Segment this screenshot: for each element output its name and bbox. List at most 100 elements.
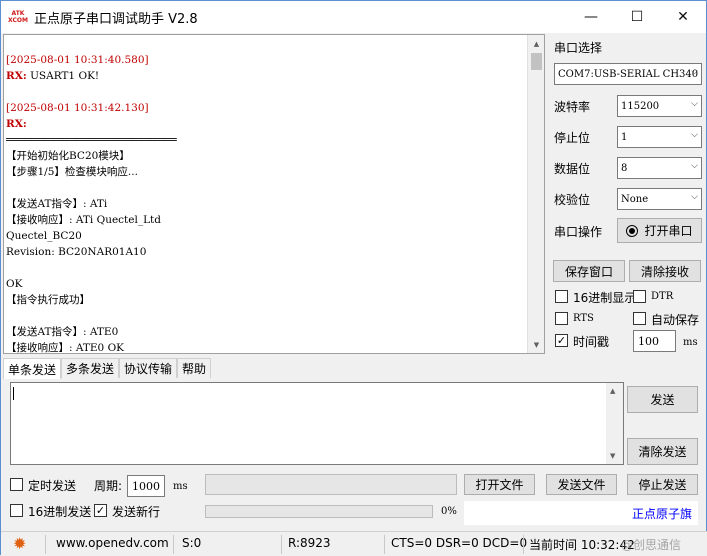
clear-send-button[interactable]: 清除发送 [627,438,698,465]
dtr-checkbox[interactable] [633,290,646,303]
rx-label: RX: [6,70,27,82]
receive-line: OK [6,276,526,292]
receive-line: 【发送AT指令】: ATE0 [6,324,526,340]
receive-line: ═══════════════════════════ [6,132,526,148]
send-textarea[interactable]: ▲ ▼ [10,382,624,465]
send-scrollbar[interactable]: ▲ ▼ [606,383,623,464]
send-tabs: 单条发送 多条发送 协议传输 帮助 [3,358,212,379]
log-text: USART1 OK! [26,70,100,82]
parity-label: 校验位 [554,193,591,207]
timed-send-label: 定时发送 [28,479,77,493]
port-select[interactable]: COM7:USB-SERIAL CH340 ⌵ [554,63,702,85]
close-button[interactable]: ✕ [660,1,706,33]
stop-send-button[interactable]: 停止发送 [627,474,698,495]
hex-display-checkbox[interactable] [555,290,568,303]
minimize-button[interactable]: — [568,1,614,33]
scroll-down-icon[interactable]: ▼ [610,452,615,460]
port-value: COM7:USB-SERIAL CH340 [558,68,699,80]
receive-line: 【开始初始化BC20模块】 [6,148,526,164]
parity-value: None [621,193,649,205]
log-text: 【开始初始化BC20模块】 [6,150,130,162]
receive-line: 【步骤1/5】检查模块响应... [6,164,526,180]
receive-log: [2025-08-01 10:31:40.580] RX: USART1 OK! [… [6,52,526,353]
tab-3[interactable]: 协议传输 [119,358,178,378]
period-input[interactable]: 1000 [127,475,165,497]
chevron-down-icon: ⌵ [691,99,698,109]
parity-select[interactable]: None ⌵ [617,188,702,210]
rts-checkbox[interactable] [555,312,568,325]
send-file-button[interactable]: 发送文件 [546,474,617,495]
file-path-field[interactable] [205,474,457,495]
port-select-label: 串口选择 [554,41,603,55]
send-button[interactable]: 发送 [627,386,698,413]
clear-receive-button[interactable]: 清除接收 [629,260,701,282]
received-count: R:8923 [288,536,331,550]
tab-4[interactable]: 帮助 [177,358,212,378]
logo-top-text: ATK [11,10,25,17]
receive-line: [2025-08-01 10:31:42.130] [6,100,526,116]
watermark: @创思通信 [621,538,682,552]
receive-line [6,180,526,196]
receive-line [6,84,526,100]
check-icon: ✓ [95,504,106,517]
title-bar: ATK XCOM 正点原子串口调试助手 V2.8 — ☐ ✕ [1,1,706,33]
save-window-button[interactable]: 保存窗口 [553,260,625,282]
receive-textarea[interactable]: [2025-08-01 10:31:40.580] RX: USART1 OK! [… [3,34,545,354]
hex-send-checkbox[interactable] [10,504,23,517]
log-text: 【步骤1/5】检查模块响应... [6,166,138,178]
timed-send-checkbox[interactable] [10,478,23,491]
hex-display-label: 16进制显示 [573,291,637,305]
receive-scrollbar[interactable]: ▲ ▼ [527,35,544,353]
status-bar: ✹ www.openedv.com S:0 R:8923 CTS=0 DSR=0… [1,531,707,556]
scroll-up-icon[interactable]: ▲ [610,387,615,395]
baud-value: 115200 [621,100,660,112]
rx-label: RX: [6,118,27,130]
tab-2[interactable]: 多条发送 [61,358,120,378]
receive-line: 【指令执行成功】 [6,292,526,308]
log-text: 【发送AT指令】: ATi [6,198,108,210]
brand-link[interactable]: 正点原子旗 [632,505,692,522]
receive-line: [2025-08-01 10:31:40.580] [6,52,526,68]
send-newline-checkbox[interactable]: ✓ [94,504,107,517]
rts-label: RTS [573,313,594,324]
log-text: Revision: BC20NAR01A10 [6,246,147,258]
log-text: Quectel_BC20 [6,230,82,242]
tab-1[interactable]: 单条发送 [3,358,62,379]
receive-line: 【接收响应】: ATE0 OK [6,340,526,353]
logo-bottom-text: XCOM [8,17,28,24]
scroll-up-icon[interactable]: ▲ [528,35,544,52]
data-bits-select[interactable]: 8 ⌵ [617,157,702,179]
open-port-label: 打开串口 [644,224,693,238]
chevron-down-icon: ⌵ [691,67,698,77]
line-status: CTS=0 DSR=0 DCD=0 [391,536,528,550]
progress-percent: 0% [441,506,457,517]
stop-bits-value: 1 [621,131,628,143]
receive-line: RX: [6,116,526,132]
receive-line: RX: USART1 OK! [6,68,526,84]
dtr-label: DTR [651,291,674,302]
timestamp-checkbox[interactable]: ✓ [555,334,568,347]
data-bits-value: 8 [621,162,628,174]
log-text: 【接收响应】: ATi Quectel_Ltd [6,214,162,226]
receive-line: Quectel_BC20 [6,228,526,244]
timestamp-input[interactable]: 100 [633,330,676,352]
open-port-button[interactable]: 打开串口 [617,218,702,243]
baud-label: 波特率 [554,100,591,114]
baud-select[interactable]: 115200 ⌵ [617,95,702,117]
website-link[interactable]: www.openedv.com [56,536,169,550]
receive-line: 【接收响应】: ATi Quectel_Ltd [6,212,526,228]
auto-save-checkbox[interactable] [633,312,646,325]
hex-send-label: 16进制发送 [28,505,92,519]
check-icon: ✓ [556,334,567,347]
gear-icon[interactable]: ✹ [13,534,26,553]
port-op-label: 串口操作 [554,225,603,239]
stop-bits-select[interactable]: 1 ⌵ [617,126,702,148]
sent-count: S:0 [182,536,202,550]
stop-bits-label: 停止位 [554,131,591,145]
log-text: 【指令执行成功】 [6,294,90,306]
chevron-down-icon: ⌵ [691,192,698,202]
scroll-thumb[interactable] [531,53,542,70]
scroll-down-icon[interactable]: ▼ [528,336,544,353]
maximize-button[interactable]: ☐ [614,1,660,33]
open-file-button[interactable]: 打开文件 [464,474,535,495]
